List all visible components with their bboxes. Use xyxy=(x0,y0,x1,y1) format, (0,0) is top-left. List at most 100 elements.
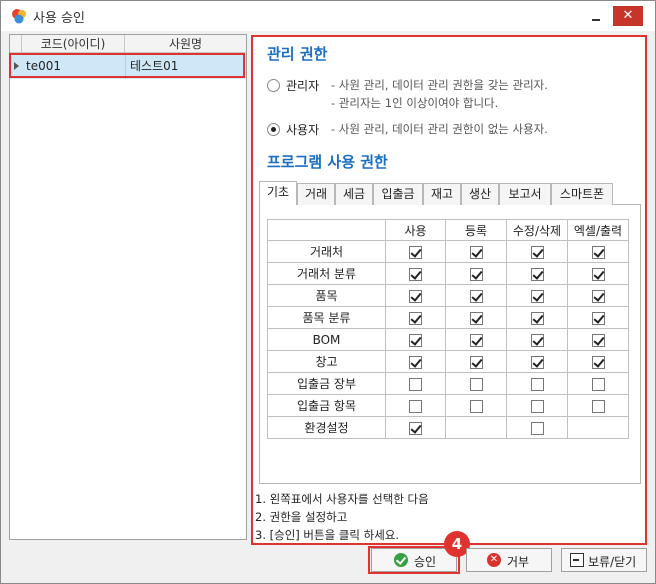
tab-smartphone[interactable]: 스마트폰 xyxy=(551,183,613,205)
permission-checkbox[interactable] xyxy=(530,333,544,347)
perm-cell xyxy=(567,416,629,439)
perm-cell xyxy=(567,328,629,351)
tab-tax[interactable]: 세금 xyxy=(335,183,373,205)
perm-cell xyxy=(567,262,629,285)
perm-cell xyxy=(506,284,568,307)
permission-checkbox[interactable] xyxy=(469,377,483,391)
perm-cell xyxy=(445,350,507,373)
permission-checkbox[interactable] xyxy=(530,399,544,413)
hold-close-button[interactable]: 보류/닫기 xyxy=(561,548,647,572)
permission-checkbox[interactable] xyxy=(591,355,605,369)
permission-checkbox[interactable] xyxy=(591,289,605,303)
perm-cell xyxy=(567,350,629,373)
minimize-button[interactable] xyxy=(587,7,607,25)
perm-row-label: 창고 xyxy=(267,350,386,373)
user-radio-label[interactable]: 사용자 xyxy=(286,121,319,138)
perm-cell xyxy=(385,284,446,307)
permission-checkbox[interactable] xyxy=(530,289,544,303)
permission-checkbox[interactable] xyxy=(409,421,422,435)
approve-button[interactable]: 승인 xyxy=(371,548,457,572)
reject-button[interactable]: ✕ 거부 xyxy=(466,548,552,572)
table-row: 입출금 장부 xyxy=(267,372,629,395)
hold-close-label: 보류/닫기 xyxy=(588,555,637,569)
perm-cell xyxy=(445,306,507,329)
permission-checkbox[interactable] xyxy=(591,245,605,259)
permission-checkbox[interactable] xyxy=(591,311,605,325)
permission-checkbox[interactable] xyxy=(469,333,483,347)
permission-checkbox[interactable] xyxy=(591,377,605,391)
column-header-register: 등록 xyxy=(445,219,507,241)
permission-checkbox[interactable] xyxy=(409,333,422,347)
permission-checkbox[interactable] xyxy=(469,289,483,303)
app-logo-icon xyxy=(12,9,26,24)
permission-checkbox[interactable] xyxy=(469,399,483,413)
program-rights-title: 프로그램 사용 권한 xyxy=(267,153,388,171)
table-row: 거래처 분류 xyxy=(267,262,629,285)
perm-cell xyxy=(385,416,446,439)
perm-cell xyxy=(445,240,507,263)
permission-checkbox[interactable] xyxy=(409,377,422,391)
perm-row-label: 환경설정 xyxy=(267,416,386,439)
check-circle-icon xyxy=(394,553,408,567)
permission-checkbox[interactable] xyxy=(530,311,544,325)
tab-production[interactable]: 생산 xyxy=(461,183,499,205)
tab-inventory[interactable]: 재고 xyxy=(423,183,461,205)
column-header-name[interactable]: 사원명 xyxy=(125,35,246,53)
perm-cell xyxy=(445,394,507,417)
title-bar: 사용 승인 ✕ xyxy=(1,1,655,31)
perm-cell xyxy=(506,328,568,351)
permission-checkbox[interactable] xyxy=(591,267,605,281)
row-header-corner xyxy=(10,35,22,53)
perm-cell xyxy=(385,306,446,329)
perm-cell xyxy=(506,416,568,439)
tab-trade[interactable]: 거래 xyxy=(297,183,335,205)
permission-checkbox[interactable] xyxy=(530,355,544,369)
perm-cell xyxy=(506,240,568,263)
tab-basic[interactable]: 기초 xyxy=(259,181,297,205)
permission-checkbox[interactable] xyxy=(591,399,605,413)
permission-checkbox[interactable] xyxy=(469,245,483,259)
tab-report[interactable]: 보고서 xyxy=(499,183,551,205)
permission-checkbox[interactable] xyxy=(469,355,483,369)
permission-checkbox[interactable] xyxy=(469,311,483,325)
permission-checkbox[interactable] xyxy=(409,289,422,303)
exit-door-icon xyxy=(570,553,584,567)
perm-cell xyxy=(506,306,568,329)
table-row: 입출금 항목 xyxy=(267,394,629,417)
perm-row-label: 입출금 항목 xyxy=(267,394,386,417)
perm-cell xyxy=(567,372,629,395)
permission-checkbox[interactable] xyxy=(591,333,605,347)
permission-checkbox[interactable] xyxy=(530,267,544,281)
permission-checkbox[interactable] xyxy=(530,421,544,435)
close-button[interactable]: ✕ xyxy=(613,6,643,26)
permission-checkbox[interactable] xyxy=(469,267,483,281)
permission-checkbox[interactable] xyxy=(530,245,544,259)
column-header-code[interactable]: 코드(아이디) xyxy=(22,35,125,53)
permission-checkbox[interactable] xyxy=(409,245,422,259)
user-desc-line1: - 사원 관리, 데이터 관리 권한이 없는 사용자. xyxy=(331,122,548,136)
perm-cell xyxy=(506,350,568,373)
selected-row-highlight xyxy=(9,53,245,78)
permission-checkbox[interactable] xyxy=(409,267,422,281)
perm-cell xyxy=(385,350,446,373)
perm-corner xyxy=(267,219,386,241)
program-tabs: 기초 거래 세금 입출금 재고 생산 보고서 스마트폰 xyxy=(259,181,639,205)
perm-row-label: BOM xyxy=(267,328,386,351)
table-row: BOM xyxy=(267,328,629,351)
permission-checkbox[interactable] xyxy=(530,377,544,391)
admin-radio-label[interactable]: 관리자 xyxy=(286,77,319,94)
perm-row-label: 입출금 장부 xyxy=(267,372,386,395)
table-row: 품목 xyxy=(267,284,629,307)
perm-cell xyxy=(445,372,507,395)
permission-checkbox[interactable] xyxy=(409,355,422,369)
table-row: 환경설정 xyxy=(267,416,629,439)
tab-deposit-withdrawal[interactable]: 입출금 xyxy=(373,183,423,205)
admin-desc-line1: - 사원 관리, 데이터 관리 권한을 갖는 관리자. xyxy=(331,78,548,92)
table-row: 창고 xyxy=(267,350,629,373)
user-radio[interactable] xyxy=(267,123,280,136)
admin-radio[interactable] xyxy=(267,79,280,92)
perm-row-label: 거래처 xyxy=(267,240,386,263)
perm-cell xyxy=(567,240,629,263)
permission-checkbox[interactable] xyxy=(409,399,422,413)
permission-checkbox[interactable] xyxy=(409,311,422,325)
